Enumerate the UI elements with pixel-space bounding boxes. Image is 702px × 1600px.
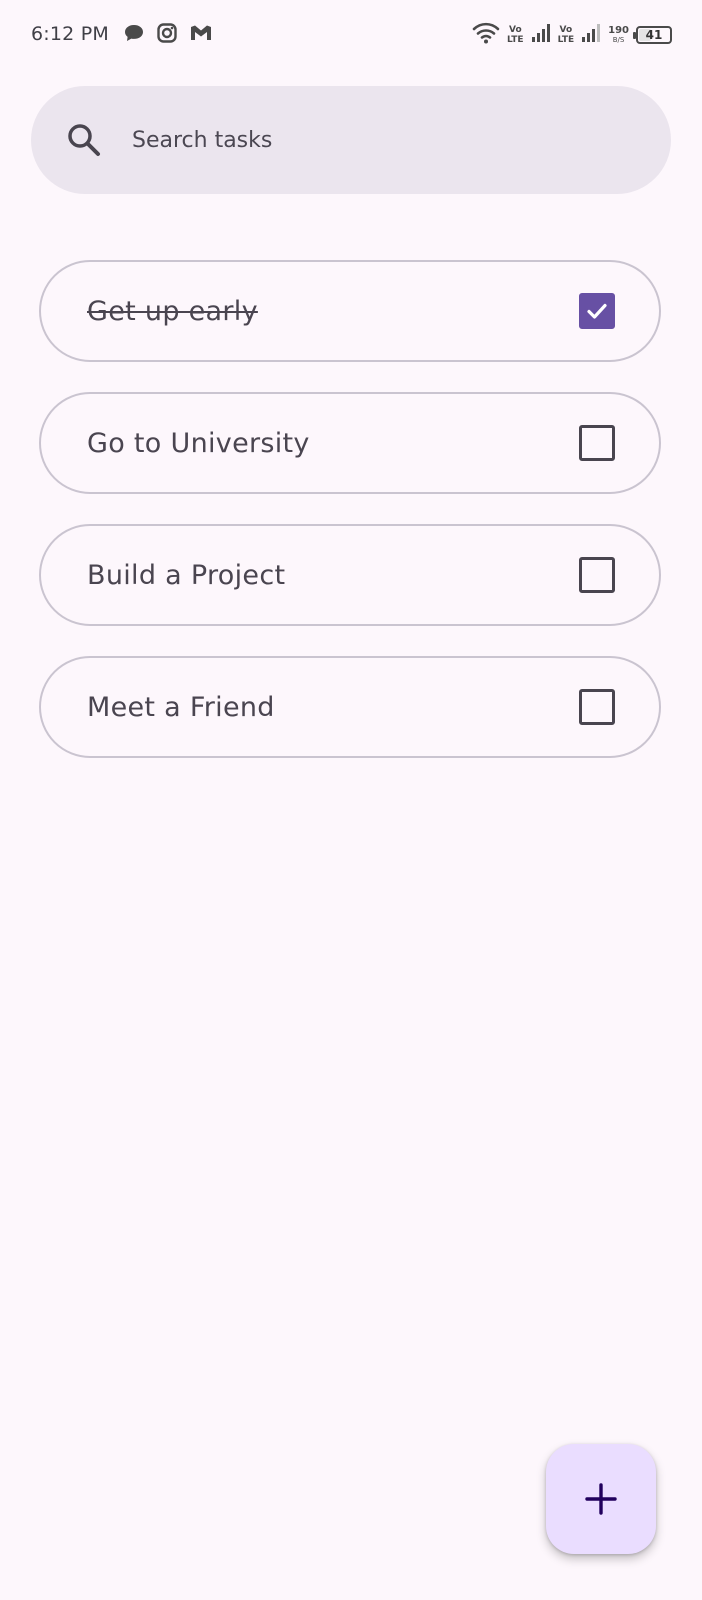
network-speed: 190 B/S — [608, 25, 629, 45]
signal-icon — [581, 23, 601, 47]
volte-bottom-label: LTE — [557, 35, 575, 45]
task-label: Go to University — [87, 427, 310, 459]
volte-top-label: Vo — [559, 25, 573, 35]
search-bar[interactable] — [31, 86, 671, 194]
task-item-1[interactable]: Get up early — [39, 260, 661, 362]
plus-icon — [585, 1483, 617, 1515]
task-item-3[interactable]: Build a Project — [39, 524, 661, 626]
task-label: Build a Project — [87, 559, 286, 591]
system-status-icons: Vo LTE Vo LTE 190 B/S 41 — [472, 22, 672, 48]
status-time: 6:12 PM — [31, 23, 109, 45]
instagram-icon — [157, 23, 177, 43]
volte-badge-1: Vo LTE — [507, 25, 524, 45]
task-label: Meet a Friend — [87, 691, 275, 723]
task-checkbox-1[interactable] — [579, 293, 615, 329]
task-label: Get up early — [87, 295, 258, 327]
task-checkbox-2[interactable] — [579, 425, 615, 461]
status-bar: 6:12 PM Vo LTE Vo LTE 190 B/S 41 — [0, 0, 702, 72]
search-icon[interactable] — [66, 122, 102, 158]
volte-bottom-label: LTE — [507, 35, 524, 45]
task-list: Get up early Go to University Build a Pr… — [39, 260, 661, 788]
signal-icon — [531, 23, 551, 47]
task-checkbox-3[interactable] — [579, 557, 615, 593]
gmail-icon — [190, 24, 212, 42]
wifi-icon — [472, 22, 500, 48]
chat-bubble-icon — [124, 23, 144, 43]
network-speed-unit: B/S — [612, 36, 625, 44]
task-item-2[interactable]: Go to University — [39, 392, 661, 494]
volte-top-label: Vo — [508, 25, 522, 35]
task-checkbox-4[interactable] — [579, 689, 615, 725]
task-item-4[interactable]: Meet a Friend — [39, 656, 661, 758]
volte-badge-2: Vo LTE — [558, 25, 575, 45]
battery-level: 41 — [645, 28, 663, 42]
battery-cap — [633, 32, 636, 39]
search-input[interactable] — [130, 126, 614, 154]
battery-icon: 41 — [633, 26, 672, 44]
notification-icons — [124, 23, 212, 43]
network-speed-value: 190 — [608, 25, 629, 36]
checkmark-icon — [587, 303, 607, 319]
add-task-button[interactable] — [546, 1444, 656, 1554]
